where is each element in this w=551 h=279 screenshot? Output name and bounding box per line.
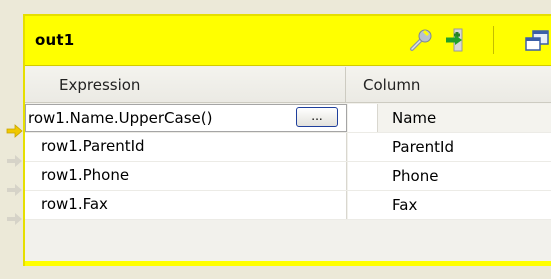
column-text: ParentId: [392, 138, 454, 156]
column-cell[interactable]: ParentId: [348, 133, 551, 161]
expression-cell[interactable]: row1.Name.UpperCase() ...: [25, 104, 347, 132]
panel-bottom-bar: [25, 261, 551, 266]
row-link-arrows: [6, 124, 23, 225]
table-row[interactable]: row1.ParentId ParentId: [25, 133, 551, 162]
mapping-rows: row1.Name.UpperCase() ... Name row1.Pare…: [25, 104, 551, 220]
expression-text: row1.Phone: [41, 166, 130, 184]
column-text: Name: [392, 109, 437, 127]
table-row[interactable]: row1.Fax Fax: [25, 191, 551, 220]
expression-cell[interactable]: row1.Fax: [25, 191, 347, 219]
expression-cell[interactable]: row1.ParentId: [25, 133, 347, 161]
expression-builder-button[interactable]: ...: [296, 107, 338, 127]
add-column-icon[interactable]: [443, 26, 471, 54]
column-header-column[interactable]: Column: [347, 67, 551, 103]
expression-text: row1.ParentId: [41, 137, 145, 155]
link-arrow-icon: [7, 155, 22, 167]
output-table-panel: out1 Expression Column row1.Name.UpperCa…: [23, 14, 551, 266]
panel-title: out1: [35, 31, 75, 49]
column-cell[interactable]: Fax: [348, 191, 551, 219]
column-text: Phone: [392, 167, 439, 185]
link-arrow-icon: [7, 213, 22, 225]
column-cell[interactable]: Phone: [348, 162, 551, 190]
expression-text: row1.Name.UpperCase(): [28, 109, 213, 127]
view-icon[interactable]: [523, 26, 551, 54]
table-row[interactable]: row1.Name.UpperCase() ... Name: [25, 104, 551, 133]
column-selector-box[interactable]: [348, 104, 378, 132]
column-text: Fax: [392, 196, 418, 214]
toolbar-separator: [493, 26, 494, 54]
panel-title-bar: out1: [25, 16, 551, 66]
link-arrow-icon: [7, 184, 22, 196]
table-header: Expression Column: [25, 67, 551, 103]
table-row[interactable]: row1.Phone Phone: [25, 162, 551, 191]
column-header-expression[interactable]: Expression: [25, 67, 346, 103]
expression-text: row1.Fax: [41, 195, 108, 213]
link-arrow-icon: [6, 124, 23, 138]
wrench-icon[interactable]: [407, 26, 435, 54]
expression-cell[interactable]: row1.Phone: [25, 162, 347, 190]
column-cell[interactable]: Name: [348, 104, 551, 132]
